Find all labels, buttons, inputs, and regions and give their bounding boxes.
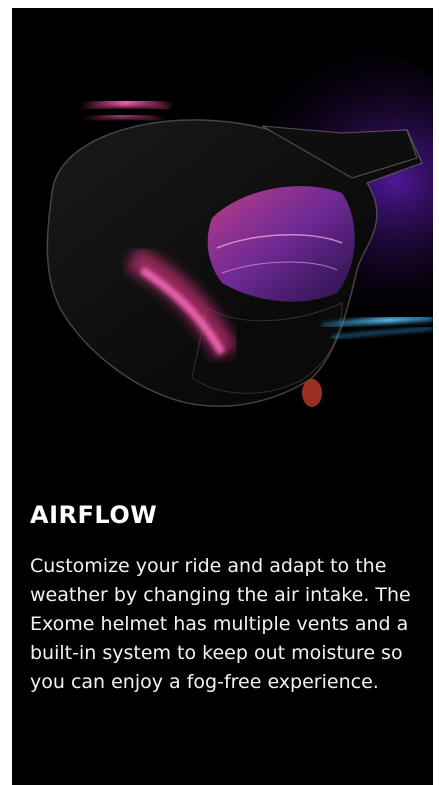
feature-description: Customize your ride and adapt to the wea… bbox=[30, 555, 411, 693]
feature-title: AIRFLOW bbox=[30, 501, 158, 529]
feature-card: AIRFLOW Customize your ride and adapt to… bbox=[12, 8, 433, 785]
helmet-image bbox=[12, 8, 433, 478]
